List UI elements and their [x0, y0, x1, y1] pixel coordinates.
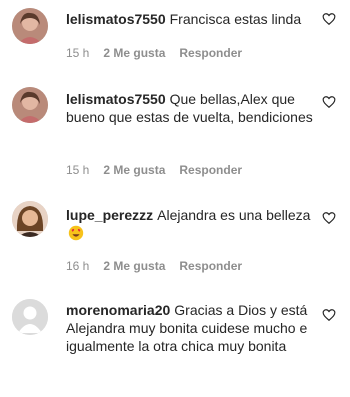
avatar[interactable] — [12, 8, 48, 44]
comment-likes[interactable]: 2 Me gusta — [103, 163, 165, 177]
heart-outline-icon[interactable] — [322, 12, 336, 26]
comment-time[interactable]: 16 h — [66, 259, 89, 273]
heart-eyes-emoji — [68, 225, 84, 241]
avatar[interactable] — [12, 87, 48, 123]
heart-outline-icon[interactable] — [322, 308, 336, 322]
comment-text-block: lupe_perezzz Alejandra es una belleza — [66, 206, 316, 242]
comment-meta: 15 h 2 Me gusta Responder — [66, 163, 256, 177]
comment-text-block: morenomaria20 Gracias a Dios y está Aleja… — [66, 301, 316, 355]
comment-likes[interactable]: 2 Me gusta — [103, 46, 165, 60]
reply-button[interactable]: Responder — [179, 163, 242, 177]
reply-button[interactable]: Responder — [179, 46, 242, 60]
default-avatar[interactable] — [12, 299, 48, 335]
comment-body: Alejandra es una belleza — [157, 207, 311, 223]
comment-time[interactable]: 15 h — [66, 163, 89, 177]
comment-meta: 16 h 2 Me gusta Responder — [66, 259, 256, 273]
comment-username[interactable]: morenomaria20 — [66, 302, 170, 318]
comment-likes[interactable]: 2 Me gusta — [103, 259, 165, 273]
comment-text-block: lelismatos7550 Francisca estas linda — [66, 10, 316, 28]
comment-time[interactable]: 15 h — [66, 46, 89, 60]
comment-username[interactable]: lupe_perezzz — [66, 207, 153, 223]
heart-outline-icon[interactable] — [322, 211, 336, 225]
heart-outline-icon[interactable] — [322, 95, 336, 109]
avatar[interactable] — [12, 201, 48, 237]
comment-username[interactable]: lelismatos7550 — [66, 91, 166, 107]
comment-meta: 15 h 2 Me gusta Responder — [66, 46, 256, 60]
comment-text-block: lelismatos7550 Que bellas,Alex que bueno … — [66, 90, 316, 126]
comment-username[interactable]: lelismatos7550 — [66, 11, 166, 27]
comment-body: Francisca estas linda — [169, 11, 302, 27]
reply-button[interactable]: Responder — [179, 259, 242, 273]
